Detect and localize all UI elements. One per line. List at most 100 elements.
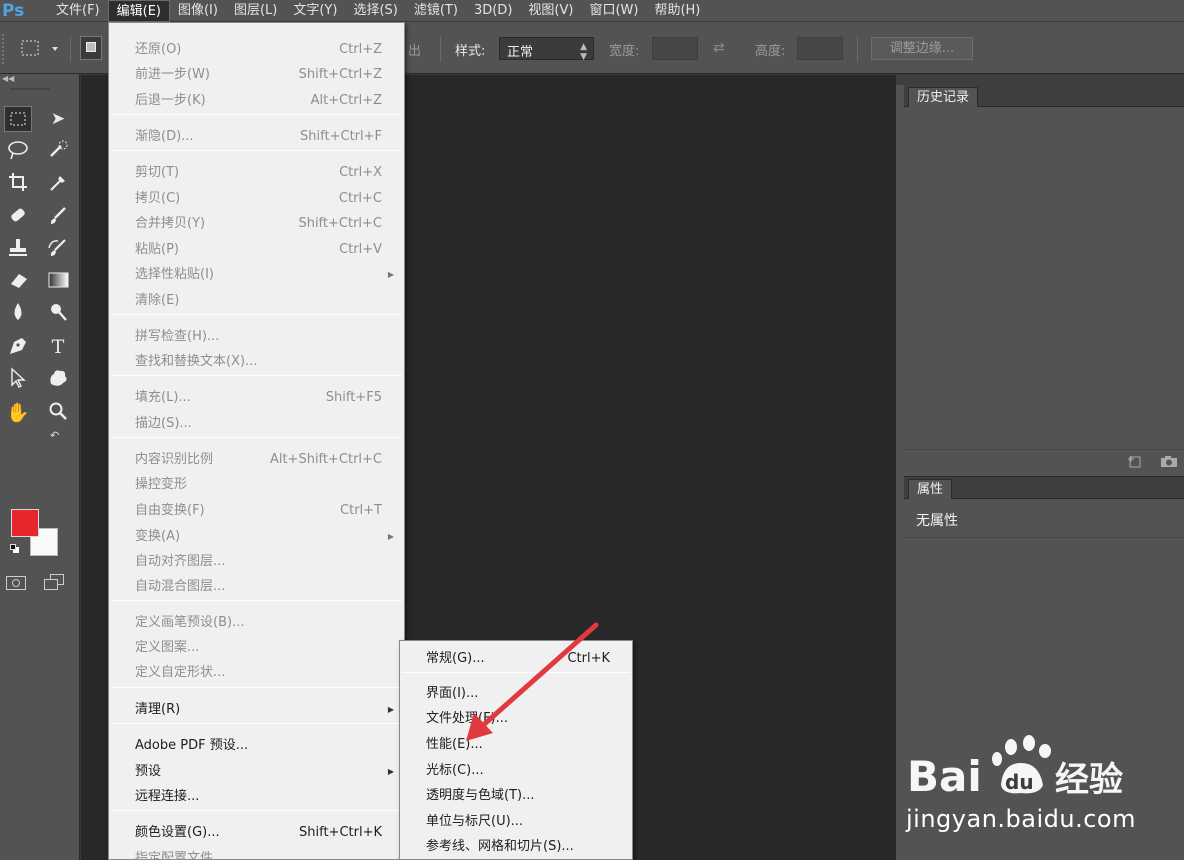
history-brush-tool-icon[interactable] (44, 236, 72, 262)
screen-mode-icon[interactable] (44, 574, 66, 592)
menu-edit[interactable]: 编辑(E) (107, 0, 170, 22)
preferences-menu-item[interactable]: 参考线、网格和切片(S)... (400, 835, 632, 858)
clone-stamp-tool-icon[interactable] (4, 236, 32, 262)
style-select[interactable]: 正常 ▲ ▼ (499, 37, 594, 62)
preferences-menu-item[interactable]: 单位与标尺(U)... (400, 810, 632, 833)
options-bar-grip[interactable] (2, 34, 10, 64)
edit-menu-item[interactable]: 拼写检查(H)... (109, 325, 404, 348)
edit-menu-item[interactable]: 颜色设置(G)... Shift+Ctrl+K (109, 821, 404, 844)
preferences-menu-item[interactable]: 性能(E)... (400, 733, 632, 756)
menu-select[interactable]: 选择(S) (345, 0, 405, 22)
hand-tool-icon[interactable]: ✋ (4, 400, 32, 426)
rectangular-marquee-tool-icon[interactable] (4, 106, 32, 132)
marquee-preset-icon[interactable] (18, 38, 66, 60)
type-tool-icon[interactable]: T (44, 334, 72, 360)
edit-menu-item[interactable]: 操控变形 (109, 473, 404, 496)
options-separator (440, 36, 441, 62)
collapse-toolbox-icon[interactable]: ◀◀ (2, 74, 14, 83)
new-selection-icon[interactable] (80, 36, 102, 60)
edit-menu-item[interactable]: 自由变换(F) Ctrl+T (109, 499, 404, 522)
edit-menu-item[interactable]: 剪切(T) Ctrl+X (109, 161, 404, 184)
default-colors-icon[interactable] (10, 544, 20, 554)
menu-item-label: 描边(S)... (135, 416, 192, 431)
custom-shape-tool-icon[interactable] (44, 366, 72, 392)
menu-item-shortcut: Shift+F5 (325, 390, 382, 405)
preferences-menu-item[interactable]: 透明度与色域(T)... (400, 784, 632, 807)
move-tool-icon[interactable]: ➤ (44, 106, 72, 132)
menu-3d[interactable]: 3D(D) (466, 0, 520, 22)
edit-menu-item[interactable]: 清除(E) (109, 289, 404, 312)
menu-layer[interactable]: 图层(L) (226, 0, 285, 22)
edit-menu-item[interactable]: 粘贴(P) Ctrl+V (109, 238, 404, 261)
edit-menu-item[interactable]: 选择性粘贴(I) ▶ (109, 263, 404, 286)
edit-menu-item[interactable]: 定义画笔预设(B)... (109, 611, 404, 634)
preferences-menu-item[interactable]: 界面(I)... (400, 682, 632, 705)
tab-history[interactable]: 历史记录 (908, 87, 979, 107)
edit-menu-item[interactable]: 内容识别比例 Alt+Shift+Ctrl+C (109, 448, 404, 471)
edit-menu-item[interactable]: 描边(S)... (109, 412, 404, 435)
options-separator (70, 36, 71, 62)
eyedropper-tool-icon[interactable] (44, 170, 72, 196)
edit-menu-item[interactable]: 清理(R) ▶ (109, 698, 404, 721)
edit-menu-item[interactable]: 自动混合图层... (109, 575, 404, 598)
menu-type[interactable]: 文字(Y) (285, 0, 345, 22)
edit-menu-item[interactable]: 远程连接... (109, 785, 404, 808)
menu-item-shortcut: Alt+Shift+Ctrl+C (269, 452, 382, 467)
edit-menu-item[interactable]: 预设 ▶ (109, 760, 404, 783)
gradient-tool-icon[interactable] (44, 268, 72, 294)
menu-window[interactable]: 窗口(W) (581, 0, 646, 22)
crop-tool-icon[interactable] (4, 170, 32, 196)
width-input[interactable] (652, 37, 698, 60)
menu-filter[interactable]: 滤镜(T) (406, 0, 466, 22)
swap-colors-icon[interactable]: ↶ (50, 429, 59, 442)
lasso-tool-icon[interactable] (4, 138, 32, 164)
tab-properties[interactable]: 属性 (908, 479, 953, 499)
path-selection-tool-icon[interactable] (4, 366, 32, 392)
preferences-menu-item[interactable]: 常规(G)... Ctrl+K (400, 647, 632, 670)
blur-tool-icon[interactable] (4, 300, 32, 326)
toolbox-grip (10, 88, 50, 90)
edit-menu-item[interactable]: 定义图案... (109, 636, 404, 659)
menu-separator (111, 810, 402, 811)
edit-menu-item[interactable]: 前进一步(W) Shift+Ctrl+Z (109, 63, 404, 86)
edit-menu-item[interactable]: 渐隐(D)... Shift+Ctrl+F (109, 125, 404, 148)
menu-item-label: 拷贝(C) (135, 191, 181, 206)
menu-separator (111, 437, 402, 438)
pen-tool-icon[interactable] (4, 334, 32, 360)
refine-edge-button[interactable]: 调整边缘... (871, 37, 973, 60)
swap-dimensions-icon[interactable]: ⇄ (713, 40, 725, 56)
menu-view[interactable]: 视图(V) (520, 0, 581, 22)
edit-menu-item[interactable]: 填充(L)... Shift+F5 (109, 386, 404, 409)
height-input[interactable] (797, 37, 843, 60)
quick-selection-tool-icon[interactable] (44, 138, 72, 164)
edit-menu-item[interactable]: 还原(O) Ctrl+Z (109, 38, 404, 61)
camera-snapshot-icon[interactable] (1160, 455, 1178, 468)
edit-menu-item[interactable]: 定义自定形状... (109, 661, 404, 684)
edit-menu-item[interactable]: 查找和替换文本(X)... (109, 350, 404, 373)
new-document-from-state-icon[interactable] (1126, 455, 1142, 468)
preferences-menu-item[interactable]: 文件处理(F)... (400, 707, 632, 730)
menu-item-shortcut: Ctrl+T (340, 503, 382, 518)
brush-tool-icon[interactable] (44, 204, 72, 230)
menu-file[interactable]: 文件(F) (48, 0, 108, 22)
edit-menu-item[interactable]: 拷贝(C) Ctrl+C (109, 187, 404, 210)
edit-menu-item[interactable]: 变换(A) ▶ (109, 525, 404, 548)
menu-item-label: 还原(O) (135, 42, 182, 57)
menu-item-label: 合并拷贝(Y) (135, 216, 206, 231)
foreground-color-swatch[interactable] (11, 509, 39, 537)
spot-healing-brush-icon[interactable] (4, 204, 32, 230)
menu-help[interactable]: 帮助(H) (646, 0, 708, 22)
edit-menu-item[interactable]: 自动对齐图层... (109, 550, 404, 573)
edit-menu-item[interactable]: 指定配置文件... (109, 847, 404, 860)
panel-footer-divider (904, 449, 1184, 450)
preferences-menu-item[interactable]: 光标(C)... (400, 759, 632, 782)
edit-menu-item[interactable]: 合并拷贝(Y) Shift+Ctrl+C (109, 212, 404, 235)
menu-item-shortcut: Shift+Ctrl+K (299, 825, 382, 840)
quick-mask-icon[interactable] (6, 576, 26, 590)
dodge-tool-icon[interactable] (44, 300, 72, 326)
zoom-tool-icon[interactable] (44, 400, 72, 426)
eraser-tool-icon[interactable] (4, 268, 32, 294)
menu-image[interactable]: 图像(I) (170, 0, 226, 22)
edit-menu-item[interactable]: Adobe PDF 预设... (109, 734, 404, 757)
edit-menu-item[interactable]: 后退一步(K) Alt+Ctrl+Z (109, 89, 404, 112)
